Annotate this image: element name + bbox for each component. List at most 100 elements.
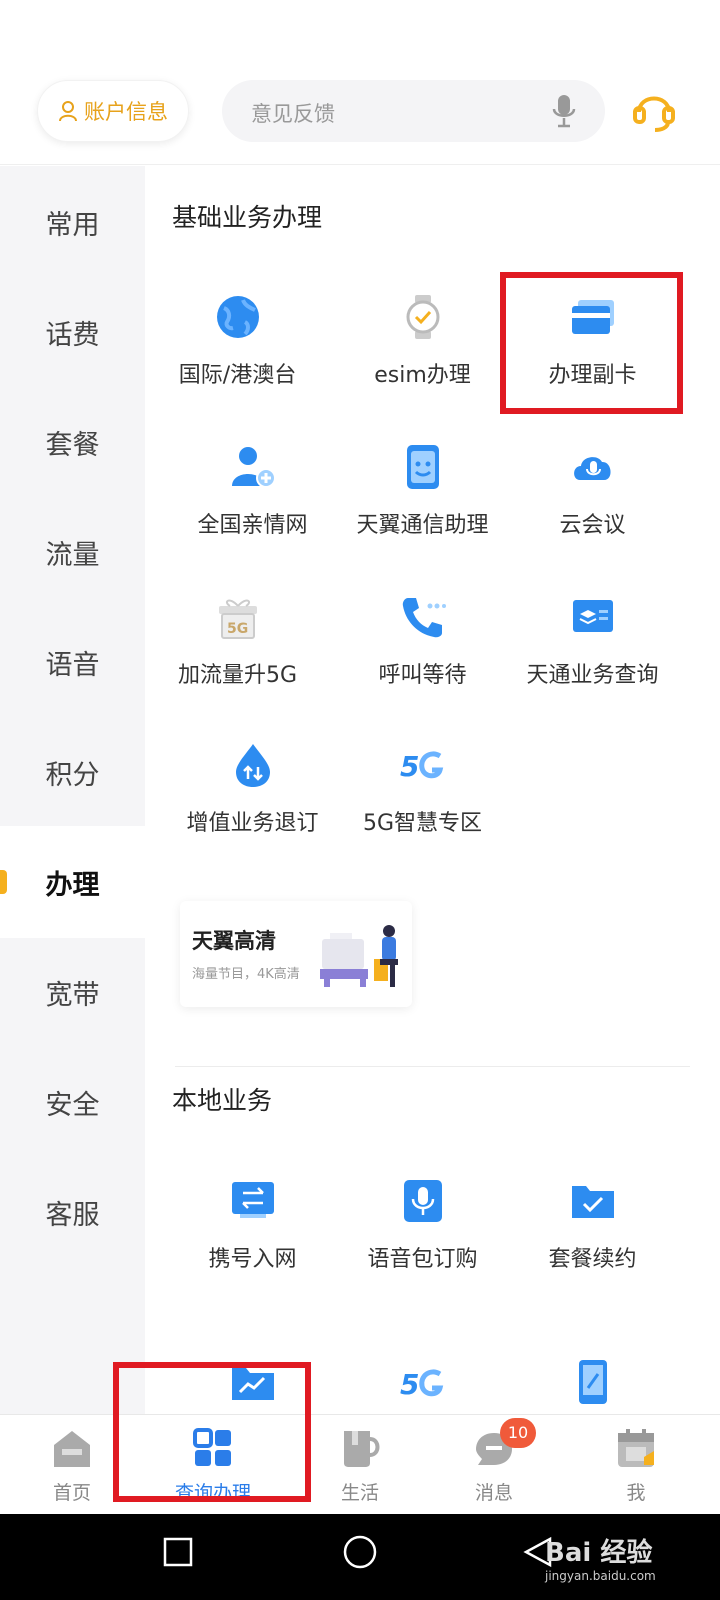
mic-icon xyxy=(404,1180,442,1222)
service-vas-unsubscribe[interactable]: 增值业务退订 xyxy=(165,742,340,862)
service-number-transfer[interactable]: 携号入网 xyxy=(165,1178,340,1298)
gift-5g-icon: 5G xyxy=(219,599,257,639)
watermark-brand: Bai 经验 xyxy=(545,1538,653,1568)
bottom-tab-bar: 首页 查询办理 生活 消息 我 xyxy=(0,1414,720,1514)
message-count-badge: 10 xyxy=(500,1418,536,1448)
globe-icon xyxy=(217,296,259,338)
user-add-icon xyxy=(232,447,276,488)
sidebar-item-common[interactable]: 常用 xyxy=(0,166,145,278)
service-upgrade-5g[interactable]: 5G 加流量升5G xyxy=(150,594,325,714)
tab-label: 消息 xyxy=(474,1482,513,1504)
calendar-sign-icon xyxy=(618,1429,654,1467)
cloud-mic-icon xyxy=(574,457,611,480)
microphone-icon[interactable] xyxy=(551,94,577,128)
service-call-waiting[interactable]: 呼叫等待 xyxy=(335,594,510,714)
home-button-icon[interactable] xyxy=(342,1534,378,1570)
system-nav-bar: Bai 经验 jingyan.baidu.com xyxy=(0,1514,720,1600)
drop-arrows-icon xyxy=(236,744,270,787)
service-label: 套餐续约 xyxy=(548,1247,637,1272)
service-label: 携号入网 xyxy=(208,1247,297,1272)
sidebar-item-label: 客服 xyxy=(45,1199,100,1231)
sidebar-item-plan[interactable]: 套餐 xyxy=(0,386,145,498)
service-label: 天翼通信助理 xyxy=(356,513,489,538)
banner-title: 天翼高清 xyxy=(192,929,276,953)
sidebar-item-security[interactable]: 安全 xyxy=(0,1046,145,1158)
service-esim[interactable]: esim办理 xyxy=(335,294,510,414)
person-tv-illustration xyxy=(320,925,398,987)
user-icon xyxy=(59,101,77,122)
service-label: 5G智慧专区 xyxy=(362,811,483,836)
service-label: 增值业务退订 xyxy=(186,811,319,836)
service-tianyi-assistant[interactable]: 天翼通信助理 xyxy=(335,444,510,564)
service-local-item-6[interactable] xyxy=(505,1360,680,1414)
account-info-button[interactable]: 账户信息 xyxy=(37,80,189,142)
5g-icon: 5 xyxy=(400,1368,444,1401)
header: 账户信息 意见反馈 xyxy=(0,0,720,165)
svg-text:5: 5 xyxy=(400,1368,419,1401)
watermark-url: jingyan.baidu.com xyxy=(545,1569,656,1583)
sidebar-item-label: 流量 xyxy=(45,539,100,571)
sidebar-item-points[interactable]: 积分 xyxy=(0,716,145,828)
service-international[interactable]: 国际/港澳台 xyxy=(150,294,325,414)
watch-icon xyxy=(406,295,440,339)
sidebar-item-customer-service[interactable]: 客服 xyxy=(0,1156,145,1268)
sidebar-item-label: 宽带 xyxy=(45,979,100,1011)
svg-text:5G: 5G xyxy=(227,621,248,637)
baidu-jingyan-watermark: Bai 经验 jingyan.baidu.com xyxy=(545,1532,656,1583)
cup-icon xyxy=(344,1431,380,1467)
highlight-box-query-tab xyxy=(113,1362,311,1502)
transfer-icon xyxy=(232,1182,274,1218)
service-tiantong-query[interactable]: 天通业务查询 xyxy=(505,594,680,714)
search-input[interactable]: 意见反馈 xyxy=(222,80,605,142)
service-label: 全国亲情网 xyxy=(197,513,308,538)
service-label: esim办理 xyxy=(374,363,471,388)
folder-check-icon xyxy=(572,1186,614,1218)
satellite-doc-icon xyxy=(573,600,613,632)
sidebar-item-label: 办理 xyxy=(45,869,100,901)
phone-tool-icon xyxy=(579,1360,607,1404)
sidebar-item-handle[interactable]: 办理 xyxy=(0,826,145,938)
tianyi-hd-banner[interactable]: 天翼高清 海量节目，4K高清 xyxy=(180,901,412,1007)
service-local-item-5[interactable]: 5 xyxy=(335,1360,510,1414)
active-marker xyxy=(0,870,7,894)
sidebar-item-phone-bill[interactable]: 话费 xyxy=(0,276,145,388)
service-label: 国际/港澳台 xyxy=(178,363,297,388)
tab-label: 我 xyxy=(626,1482,646,1504)
sidebar-item-voice[interactable]: 语音 xyxy=(0,606,145,718)
service-cloud-meeting[interactable]: 云会议 xyxy=(505,444,680,564)
tab-me[interactable]: 我 xyxy=(564,1415,708,1515)
sidebar-item-label: 话费 xyxy=(45,319,100,351)
search-placeholder: 意见反馈 xyxy=(251,102,335,126)
banner-subtitle: 海量节目，4K高清 xyxy=(192,967,300,982)
tab-messages[interactable]: 消息 xyxy=(422,1415,566,1515)
service-label: 加流量升5G xyxy=(177,663,298,688)
service-label: 呼叫等待 xyxy=(378,663,467,688)
service-label: 云会议 xyxy=(559,513,626,538)
section-title-local: 本地业务 xyxy=(172,1086,273,1115)
sidebar-item-label: 积分 xyxy=(45,759,100,791)
sidebar-item-label: 语音 xyxy=(45,649,100,681)
recent-apps-icon[interactable] xyxy=(162,1536,194,1568)
5g-icon: 5 xyxy=(400,750,444,783)
customer-service-headset-icon[interactable] xyxy=(633,86,675,134)
svg-text:5: 5 xyxy=(400,750,419,783)
service-label: 天通业务查询 xyxy=(526,663,659,688)
account-info-label: 账户信息 xyxy=(84,100,168,124)
home-icon xyxy=(54,1431,90,1467)
service-5g-zone[interactable]: 5 5G智慧专区 xyxy=(335,742,510,862)
service-label: 语音包订购 xyxy=(367,1247,478,1272)
section-title-basic: 基础业务办理 xyxy=(172,203,323,232)
highlight-box-secondary-card xyxy=(500,272,683,414)
sidebar-item-label: 套餐 xyxy=(45,429,100,461)
sidebar-item-label: 安全 xyxy=(45,1089,100,1121)
sidebar-item-data[interactable]: 流量 xyxy=(0,496,145,608)
sidebar-item-label: 常用 xyxy=(45,209,100,241)
phone-assistant-icon xyxy=(407,445,439,489)
service-family-network[interactable]: 全国亲情网 xyxy=(165,444,340,564)
phone-wait-icon xyxy=(402,598,446,638)
service-voice-pack[interactable]: 语音包订购 xyxy=(335,1178,510,1298)
section-divider xyxy=(175,1066,690,1067)
sidebar-item-broadband[interactable]: 宽带 xyxy=(0,936,145,1048)
service-plan-renewal[interactable]: 套餐续约 xyxy=(505,1178,680,1298)
category-sidebar: 常用 话费 套餐 流量 语音 积分 办理 宽带 安全 客服 xyxy=(0,166,145,1414)
